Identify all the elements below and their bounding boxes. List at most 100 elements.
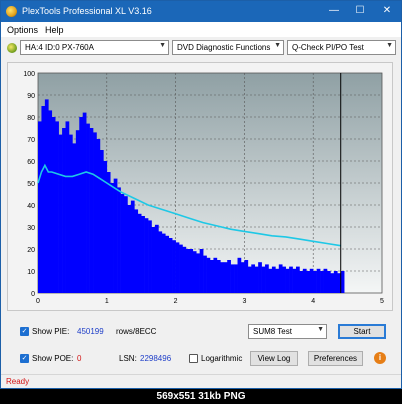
pie-bar — [285, 268, 290, 293]
pie-bar — [44, 99, 49, 294]
pie-bar — [254, 266, 259, 293]
pie-bar — [203, 255, 207, 293]
window-title: PlexTools Professional XL V3.16 — [22, 6, 152, 16]
view-log-button[interactable]: View Log — [250, 351, 298, 366]
chevron-down-icon: ▼ — [386, 42, 393, 49]
app-disc-icon — [6, 6, 17, 17]
pie-bar — [296, 266, 300, 293]
pie-bar — [199, 249, 204, 293]
show-poe-checkbox[interactable]: ✓ — [20, 354, 29, 363]
pie-value: 450199 — [77, 327, 104, 336]
pie-bar — [185, 249, 190, 293]
pie-bar — [192, 251, 197, 293]
pie-bar — [320, 271, 324, 293]
drive-select[interactable]: HA:4 ID:0 PX-760A ▼ — [20, 40, 169, 55]
show-pie-label: Show PIE: — [32, 327, 70, 336]
pie-unit: rows/8ECC — [116, 327, 157, 336]
pie-bar — [55, 121, 59, 294]
pie-bar — [172, 240, 176, 293]
test-select[interactable]: Q-Check PI/PO Test ▼ — [287, 40, 396, 55]
pie-bar — [99, 150, 104, 293]
pie-bar — [340, 271, 345, 293]
x-tick-label: 4 — [311, 298, 315, 305]
pie-bar — [72, 143, 77, 293]
pie-bar — [93, 132, 97, 293]
pie-bar — [223, 262, 228, 293]
pie-bar — [230, 264, 235, 293]
x-tick-label: 5 — [380, 298, 384, 305]
pie-bar — [261, 266, 266, 293]
menu-bar: Options Help — [1, 22, 401, 37]
y-tick-label: 50 — [27, 181, 35, 188]
pie-bar — [117, 187, 121, 293]
test-select-value: Q-Check PI/PO Test — [292, 43, 364, 52]
pie-bar — [127, 205, 132, 293]
pie-bar — [110, 183, 114, 293]
pie-bar — [89, 128, 94, 293]
start-button[interactable]: Start — [338, 324, 386, 339]
y-tick-label: 90 — [27, 93, 35, 100]
chevron-down-icon: ▼ — [274, 42, 281, 49]
pie-bar — [302, 268, 307, 293]
x-tick-label: 1 — [105, 298, 109, 305]
drive-select-value: HA:4 ID:0 PX-760A — [25, 43, 94, 52]
minimize-button[interactable]: — — [326, 4, 342, 18]
logarithmic-checkbox[interactable] — [189, 354, 198, 363]
pie-bar — [137, 213, 142, 293]
pie-bar — [113, 178, 118, 293]
pie-bar — [210, 260, 214, 293]
pie-bar — [271, 266, 276, 293]
pie-bar — [299, 271, 304, 293]
preferences-button[interactable]: Preferences — [308, 351, 363, 366]
pi-po-chart: 0 10 20 30 40 50 60 70 80 90 100 0 1 2 3 4 5 — [23, 71, 384, 305]
show-pie-checkbox[interactable]: ✓ — [20, 327, 29, 336]
mode-select[interactable]: SUM8 Test ▼ — [248, 324, 327, 339]
drive-disc-icon — [7, 43, 17, 53]
pie-bar — [220, 262, 225, 293]
pie-bar — [258, 262, 262, 293]
pie-bar — [227, 260, 231, 293]
y-tick-label: 10 — [27, 269, 35, 276]
pie-bar — [316, 268, 321, 293]
pie-bar — [144, 218, 149, 293]
graph-panel: 0 10 20 30 40 50 60 70 80 90 100 0 1 2 3 4 5 — [7, 62, 393, 311]
menu-options[interactable]: Options — [7, 25, 38, 35]
logarithmic-label: Logarithmic — [201, 354, 243, 363]
pie-bar — [148, 220, 152, 293]
pie-bar — [251, 264, 256, 293]
pie-bar — [165, 235, 170, 293]
pie-bar — [130, 200, 135, 293]
pie-bar — [196, 253, 200, 293]
pie-bar — [237, 257, 242, 293]
pie-bar — [206, 257, 211, 293]
pie-bar — [62, 128, 66, 293]
function-select[interactable]: DVD Diagnostic Functions ▼ — [172, 40, 284, 55]
pie-bar — [323, 268, 328, 293]
pie-bar — [106, 172, 111, 293]
pie-bar — [75, 130, 80, 293]
pie-bar — [282, 266, 286, 293]
pie-bar — [134, 209, 139, 293]
title-bar[interactable]: PlexTools Professional XL V3.16 — ☐ ✕ — [1, 1, 401, 22]
chevron-down-icon: ▼ — [159, 42, 166, 49]
pie-bar — [182, 246, 187, 293]
y-tick-label: 20 — [27, 247, 35, 254]
pie-bar — [48, 110, 53, 294]
pie-bar — [68, 134, 73, 293]
close-button[interactable]: ✕ — [379, 4, 395, 18]
pie-bar — [41, 106, 46, 293]
status-text: Ready — [6, 377, 30, 386]
x-tick-label: 3 — [242, 298, 246, 305]
y-tick-label: 100 — [23, 71, 35, 78]
pie-bar — [38, 121, 42, 294]
y-tick-label: 30 — [27, 225, 35, 232]
maximize-button[interactable]: ☐ — [352, 4, 368, 18]
function-select-value: DVD Diagnostic Functions — [177, 43, 271, 52]
pie-bar — [82, 112, 87, 293]
pie-bar — [292, 268, 297, 293]
lsn-value: 2298496 — [140, 354, 172, 363]
menu-help[interactable]: Help — [45, 25, 64, 35]
pie-bar — [278, 264, 283, 293]
info-icon[interactable]: i — [374, 352, 386, 364]
lsn-label: LSN: — [119, 354, 137, 363]
